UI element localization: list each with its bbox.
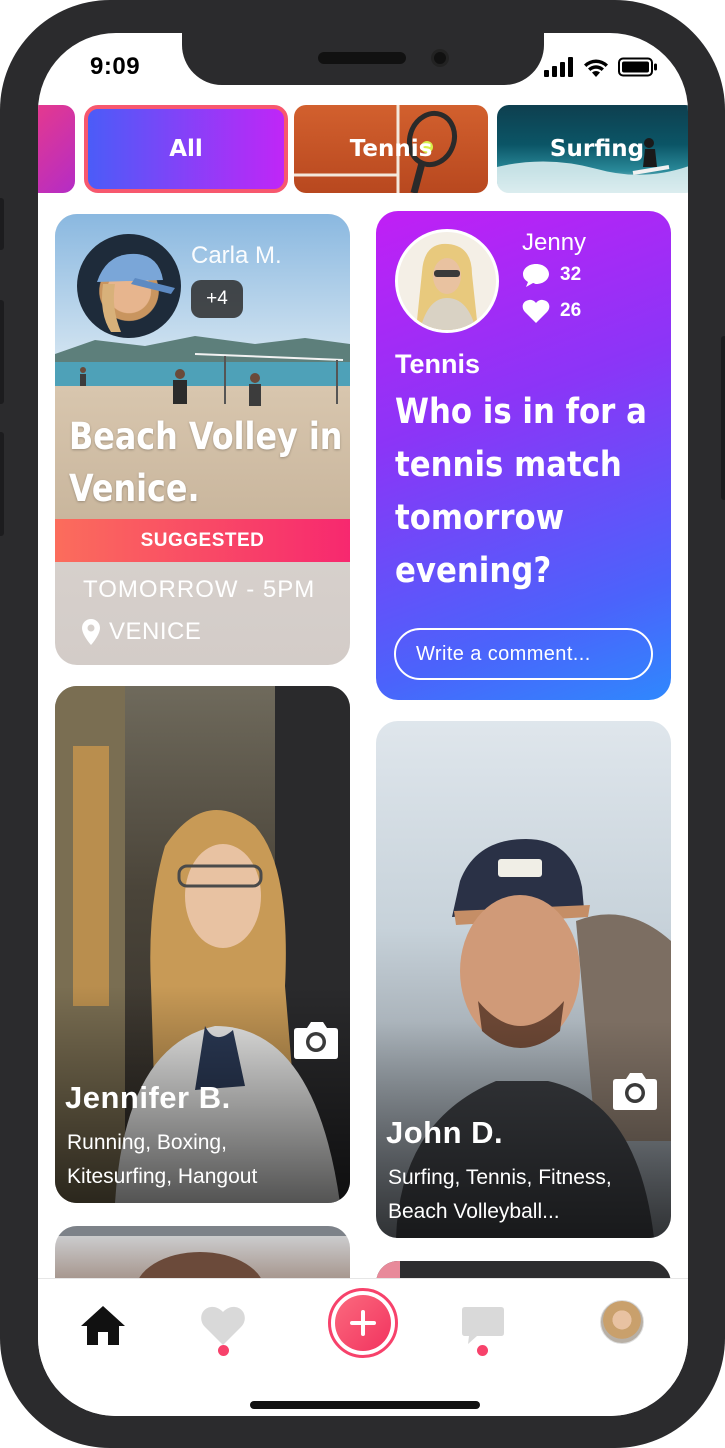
event-time: TOMORROW - 5PM xyxy=(83,576,316,603)
profile-name-john: John D. xyxy=(386,1115,504,1150)
profile-interests-jennifer: Running, Boxing, Kitesurfing, Hangout xyxy=(67,1126,257,1194)
tab-bar xyxy=(38,1278,688,1416)
category-label-surfing: Surfing xyxy=(549,136,645,162)
heart-icon xyxy=(201,1306,245,1345)
post-question-line-2: tennis match xyxy=(395,445,622,485)
like-stat: 26 xyxy=(522,299,581,323)
extra-participants-count: +4 xyxy=(206,288,228,309)
profile-interests-john-line-2: Beach Volleyball... xyxy=(388,1200,560,1223)
volume-down-button xyxy=(0,432,4,536)
profile-interests-john-line-1: Surfing, Tennis, Fitness, xyxy=(388,1166,612,1189)
speaker xyxy=(318,52,406,64)
extra-participants-badge[interactable]: +4 xyxy=(191,280,243,318)
volume-up-button xyxy=(0,300,4,404)
partial-card-top-strip xyxy=(55,1226,350,1236)
event-title-line-2: Venice. xyxy=(69,467,200,510)
tab-add[interactable] xyxy=(328,1288,398,1358)
chat-icon xyxy=(462,1307,504,1344)
post-category: Tennis xyxy=(395,349,481,379)
power-button xyxy=(721,336,725,500)
profile-interests-jennifer-line-2: Kitesurfing, Hangout xyxy=(67,1165,258,1188)
comment-count: 32 xyxy=(560,264,582,285)
app-screen: 9:09 All Tennis Surfing Carla M. +4 Beac… xyxy=(38,33,688,1416)
profile-card-john[interactable]: John D. Surfing, Tennis, Fitness, Beach … xyxy=(376,721,671,1238)
suggested-label: SUGGESTED xyxy=(140,529,265,551)
author-name: Jenny xyxy=(522,229,587,256)
event-location: VENICE xyxy=(81,618,201,646)
messages-notification-dot xyxy=(477,1345,488,1356)
post-card[interactable]: Jenny 32 26 Tennis Who is in for a tenni… xyxy=(376,211,671,700)
profile-interests-john: Surfing, Tennis, Fitness, Beach Volleyba… xyxy=(388,1161,612,1229)
comment-icon xyxy=(523,264,549,287)
heart-icon xyxy=(522,299,550,323)
event-location-label: VENICE xyxy=(109,618,202,645)
mute-switch xyxy=(0,198,4,250)
category-label-tennis: Tennis xyxy=(349,136,433,162)
post-question-line-1: Who is in for a xyxy=(395,392,647,432)
home-indicator xyxy=(250,1401,480,1409)
comment-placeholder: Write a comment... xyxy=(416,642,591,665)
category-chip-surfing[interactable]: Surfing xyxy=(497,105,688,193)
location-pin-icon xyxy=(82,619,100,645)
post-question-line-4: evening? xyxy=(395,551,552,591)
host-name: Carla M. xyxy=(191,242,282,269)
category-chip-tennis[interactable]: Tennis xyxy=(294,105,488,193)
like-count: 26 xyxy=(560,300,582,321)
tab-home[interactable] xyxy=(75,1297,131,1353)
tab-profile[interactable] xyxy=(600,1300,644,1344)
category-label-all: All xyxy=(169,136,203,162)
add-button-fill xyxy=(335,1295,391,1351)
status-time: 9:09 xyxy=(90,53,141,80)
comment-input[interactable]: Write a comment... xyxy=(394,628,653,680)
front-camera xyxy=(431,49,449,67)
category-chip-all[interactable]: All xyxy=(84,105,288,193)
cap-icon xyxy=(97,253,175,332)
profile-name-jennifer: Jennifer B. xyxy=(65,1080,231,1115)
post-question: Who is in for a tennis match tomorrow ev… xyxy=(395,386,647,598)
category-chip-partial[interactable] xyxy=(38,105,75,193)
add-icon xyxy=(350,1310,376,1336)
event-title: Beach Volley in Venice. xyxy=(69,411,342,515)
profile-card-jennifer[interactable]: Jennifer B. Running, Boxing, Kitesurfing… xyxy=(55,686,350,1203)
comment-stat: 32 xyxy=(522,263,581,287)
battery-icon xyxy=(618,57,657,77)
author-avatar[interactable] xyxy=(395,229,499,333)
event-card[interactable]: Carla M. +4 Beach Volley in Venice. SUGG… xyxy=(55,214,350,665)
home-icon xyxy=(81,1306,125,1345)
profile-interests-jennifer-line-1: Running, Boxing, xyxy=(67,1131,227,1154)
author-photo xyxy=(416,243,478,330)
camera-icon[interactable] xyxy=(293,1020,339,1060)
camera-icon[interactable] xyxy=(612,1071,658,1111)
signal-icon xyxy=(544,57,573,77)
event-title-line-1: Beach Volley in xyxy=(69,415,343,458)
suggested-banner: SUGGESTED xyxy=(55,519,350,562)
status-icons xyxy=(544,57,658,77)
post-question-line-3: tomorrow xyxy=(395,498,565,538)
phone-frame: 9:09 All Tennis Surfing Carla M. +4 Beac… xyxy=(0,0,725,1448)
wifi-icon xyxy=(584,59,608,77)
likes-notification-dot xyxy=(218,1345,229,1356)
host-avatar[interactable] xyxy=(77,234,181,338)
notch xyxy=(182,33,544,85)
